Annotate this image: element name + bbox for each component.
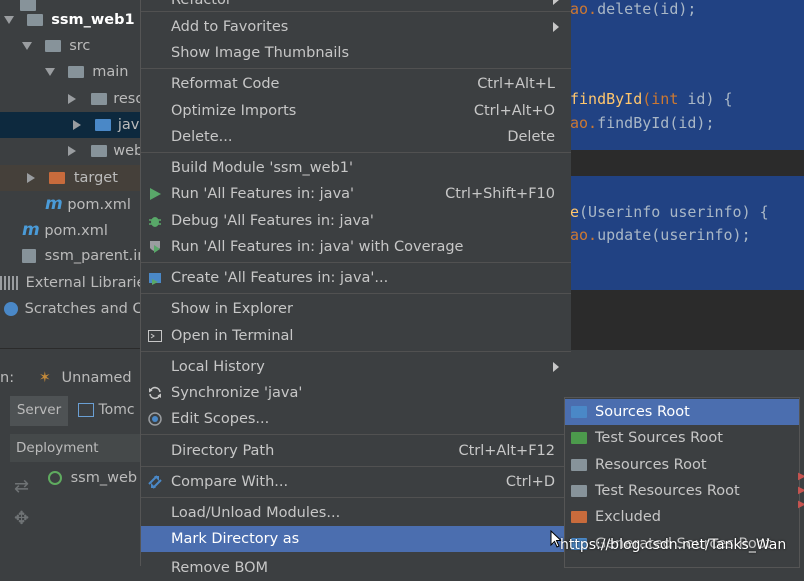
editor-area-lower xyxy=(570,290,804,350)
submenu-arrow-icon xyxy=(553,22,559,32)
folder-icon xyxy=(67,66,84,78)
resources-folder-icon xyxy=(571,459,587,471)
resources-folder-icon xyxy=(90,93,107,105)
sources-root-folder-icon xyxy=(571,406,587,418)
menu-item-local-history[interactable]: Local History xyxy=(141,354,571,380)
menu-item-show-image-thumbnails[interactable]: Show Image Thumbnails xyxy=(141,40,571,66)
artifact-row[interactable]: ssm_web xyxy=(48,470,137,486)
sync-icon xyxy=(149,386,161,400)
web-folder-icon xyxy=(90,145,107,157)
excluded-folder-icon xyxy=(571,511,587,523)
menu-item-show-in-explorer[interactable]: Show in Explorer xyxy=(141,296,571,322)
run-panel: n: ✶ Unnamed Server Tomc Deployment ⇄ ✥ … xyxy=(0,348,146,566)
create-config-icon xyxy=(149,273,161,285)
tree-item-main[interactable]: main xyxy=(45,59,128,85)
redeploy-icon[interactable]: ⇄ xyxy=(14,476,29,497)
tree-item-src[interactable]: src xyxy=(22,33,90,59)
menu-item-optimize-imports[interactable]: Optimize Imports Ctrl+Alt+O xyxy=(141,98,571,124)
excluded-folder-icon xyxy=(49,172,66,184)
menu-item-run-with-coverage[interactable]: Run 'All Features in: java' with Coverag… xyxy=(141,234,571,260)
maven-icon: m xyxy=(22,220,40,240)
code-line: ao.findById(id); xyxy=(570,114,715,132)
submenu-arrow-icon xyxy=(553,362,559,372)
tree-item-pom-root[interactable]: m pom.xml xyxy=(22,217,108,243)
menu-item-directory-path[interactable]: Directory Path Ctrl+Alt+F12 xyxy=(141,438,571,464)
unselected-gap xyxy=(570,150,804,176)
coverage-icon xyxy=(150,241,160,253)
source-folder-icon xyxy=(95,119,112,131)
check-icon xyxy=(48,471,62,485)
menu-item-create-config[interactable]: Create 'All Features in: java'... xyxy=(141,265,571,291)
menu-item-delete[interactable]: Delete... Delete xyxy=(141,124,571,150)
tree-item-pom-web[interactable]: m pom.xml xyxy=(45,191,131,217)
menu-item-reformat-code[interactable]: Reformat Code Ctrl+Alt+L xyxy=(141,71,571,97)
expand-arrow-icon[interactable] xyxy=(4,16,14,24)
code-editor[interactable]: ao.delete(id); findById(int id) { ao.fin… xyxy=(570,0,804,290)
iml-file-icon xyxy=(22,249,36,263)
collapse-arrow-icon[interactable] xyxy=(26,173,35,183)
submenu-item-test-resources-root[interactable]: Test Resources Root xyxy=(565,478,799,504)
module-folder-icon xyxy=(26,14,43,26)
folder-icon xyxy=(44,40,61,52)
code-line: e(Userinfo userinfo) { xyxy=(570,203,769,221)
submenu-item-sources-root[interactable]: Sources Root xyxy=(565,399,799,425)
submenu-item-test-sources-root[interactable]: Test Sources Root xyxy=(565,425,799,451)
menu-item-remove-bom[interactable]: Remove BOM xyxy=(141,555,571,581)
watermark-text: https://blog.csdn.net/Tanks_Wan xyxy=(560,537,787,553)
run-icon xyxy=(150,188,161,200)
code-line: ao.delete(id); xyxy=(570,0,697,18)
menu-item-build-module[interactable]: Build Module 'ssm_web1' xyxy=(141,155,571,181)
run-tab-bar: n: ✶ Unnamed xyxy=(0,370,132,386)
menu-item-add-to-favorites[interactable]: Add to Favorites xyxy=(141,14,571,40)
menu-item-load-unload-modules[interactable]: Load/Unload Modules... xyxy=(141,500,571,526)
compare-icon xyxy=(148,475,162,489)
tree-item-scratches[interactable]: Scratches and Co xyxy=(0,296,140,322)
deployment-header: Deployment xyxy=(10,434,146,462)
menu-item-compare-with[interactable]: Compare With... Ctrl+D xyxy=(141,469,571,495)
terminal-icon xyxy=(148,330,162,342)
code-line: findById(int id) { xyxy=(570,90,733,108)
tree-item-iml[interactable]: ssm_parent.in xyxy=(22,243,140,269)
menu-item-open-in-terminal[interactable]: Open in Terminal xyxy=(141,323,571,349)
tree-item-java[interactable]: java xyxy=(0,112,140,138)
tree-item-external-libraries[interactable]: External Librarie xyxy=(0,270,140,296)
tab-tomcat-log[interactable]: Tomc xyxy=(78,396,135,424)
tree-item-ssm-web1[interactable]: ssm_web1 xyxy=(4,7,135,33)
maven-icon: m xyxy=(45,194,63,214)
move-icon[interactable]: ✥ xyxy=(14,508,29,529)
scratches-icon xyxy=(4,302,18,316)
tree-item-resources[interactable]: reso xyxy=(68,86,140,112)
editor-edge-marks: ▶ ▶ ▶ xyxy=(798,471,804,510)
tree-item-webapp[interactable]: web xyxy=(68,138,140,164)
test-resources-folder-icon xyxy=(571,485,587,497)
menu-item-debug[interactable]: Debug 'All Features in: java' xyxy=(141,208,571,234)
library-icon xyxy=(0,276,18,290)
submenu-item-resources-root[interactable]: Resources Root xyxy=(565,452,799,478)
tree-item-target[interactable]: target xyxy=(0,165,140,191)
log-icon xyxy=(78,403,94,417)
project-tree: ssm_web1 src main reso java web target m… xyxy=(0,0,140,348)
debug-icon xyxy=(149,217,161,227)
submenu-item-excluded[interactable]: Excluded xyxy=(565,504,799,530)
scope-icon xyxy=(148,412,162,426)
tomcat-icon: ✶ xyxy=(38,370,51,386)
code-line: ao.update(userinfo); xyxy=(570,226,751,244)
tab-server[interactable]: Server xyxy=(10,396,68,426)
menu-item-synchronize[interactable]: Synchronize 'java' xyxy=(141,380,571,406)
collapse-arrow-icon[interactable] xyxy=(68,146,76,156)
menu-item-edit-scopes[interactable]: Edit Scopes... xyxy=(141,406,571,432)
menu-item-run[interactable]: Run 'All Features in: java' Ctrl+Shift+F1… xyxy=(141,181,571,207)
collapse-arrow-icon[interactable] xyxy=(72,120,81,130)
run-config-tab[interactable]: Unnamed xyxy=(61,370,131,386)
test-sources-folder-icon xyxy=(571,432,587,444)
menu-item-mark-directory-as[interactable]: Mark Directory as xyxy=(141,526,571,552)
context-menu: Refactor Add to Favorites Show Image Thu… xyxy=(140,0,571,576)
expand-arrow-icon[interactable] xyxy=(22,42,32,50)
collapse-arrow-icon[interactable] xyxy=(68,94,76,104)
server-tabs: Server Tomc xyxy=(10,396,140,426)
expand-arrow-icon[interactable] xyxy=(45,68,55,76)
